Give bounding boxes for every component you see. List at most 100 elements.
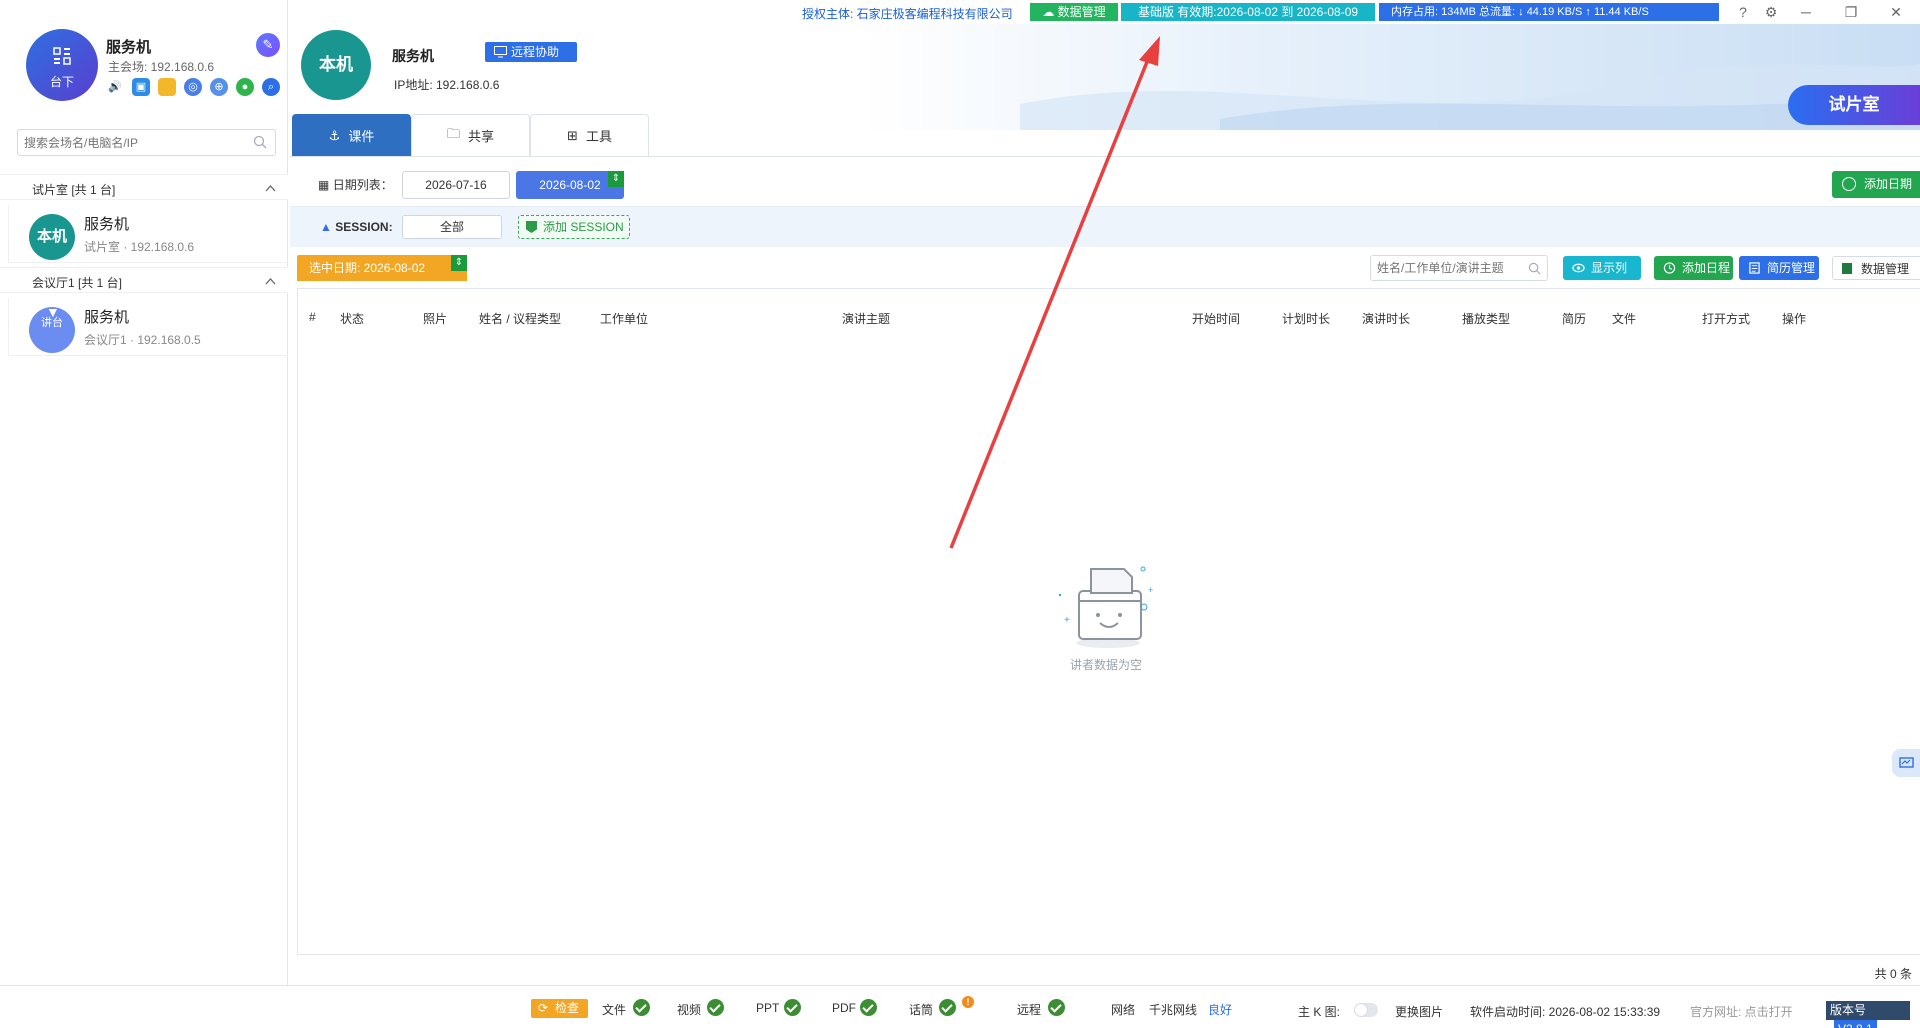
device-item[interactable]: 讲台 ▼ 服务机 会议厅1 · 192.168.0.5 <box>8 298 288 356</box>
chevron-up-icon[interactable] <box>265 276 276 287</box>
check-icon <box>939 999 956 1016</box>
date-list-text: 日期列表： <box>332 178 393 192</box>
sort-icon[interactable]: ⇕ <box>608 171 624 187</box>
host-profile: 台下 服务机 主会场: 192.168.0.6 ✎ 🔊 ▣ ◎ ⊕ ● ⌕ <box>0 0 288 120</box>
remote-assist-button[interactable]: 远程协助 <box>485 42 577 62</box>
session-all-button[interactable]: 全部 <box>402 215 502 239</box>
check-icon <box>860 999 877 1016</box>
tab-tools[interactable]: ⊞ 工具 <box>530 114 649 156</box>
floating-panel-icon[interactable] <box>1892 749 1920 777</box>
device-ip: 会议厅1 · 192.168.0.5 <box>84 333 201 347</box>
edit-icon[interactable]: ✎ <box>256 33 280 57</box>
folder-icon[interactable] <box>158 78 176 96</box>
column-header[interactable]: 照片 <box>423 310 447 327</box>
edition-info: 基础版 有效期:2026-08-02 到 2026-08-09 <box>1121 3 1375 21</box>
group-header-screening[interactable]: 试片室 [共 1 台] <box>0 174 288 200</box>
add-session-button[interactable]: 添加 SESSION <box>518 215 630 239</box>
change-image-button[interactable]: 更换图片 <box>1395 1003 1443 1020</box>
status-remote-label: 远程 <box>1017 1003 1042 1017</box>
version-number: V2.8.1 <box>1834 1020 1877 1028</box>
column-header[interactable]: 打开方式 <box>1702 310 1750 327</box>
main-k-label: 主 K 图: <box>1298 1005 1341 1019</box>
show-columns-label: 显示列 <box>1591 261 1628 275</box>
speaker-search-input[interactable] <box>1371 256 1521 280</box>
tab-courseware[interactable]: ⚓ 课件 <box>292 114 411 156</box>
group-title: 试片室 [共 1 台] <box>32 183 116 197</box>
device-search-input[interactable] <box>18 130 243 155</box>
restore-icon[interactable]: ❐ <box>1840 2 1862 22</box>
column-header[interactable]: 操作 <box>1782 310 1806 327</box>
wechat-icon[interactable]: ● <box>236 78 254 96</box>
add-date-button[interactable]: 添加日期 <box>1832 171 1920 198</box>
column-header[interactable]: 姓名 / 议程类型 <box>479 310 561 327</box>
host-avatar[interactable]: 台下 <box>26 29 98 101</box>
device-item[interactable]: 本机 服务机 试片室 · 192.168.0.6 <box>8 205 288 263</box>
column-header[interactable]: 文件 <box>1612 310 1636 327</box>
group-header-hall[interactable]: 会议厅1 [共 1 台] <box>0 267 288 293</box>
globe-icon[interactable]: ⊕ <box>210 78 228 96</box>
network-icon[interactable]: ◎ <box>184 78 202 96</box>
svg-text:+: + <box>1064 615 1070 626</box>
column-header[interactable]: 工作单位 <box>600 310 648 327</box>
speaker-icon[interactable]: 🔊 <box>106 78 124 96</box>
document-icon <box>1749 262 1760 274</box>
room-badge: 试片室 <box>1788 85 1920 125</box>
minimize-icon[interactable]: ─ <box>1795 2 1817 22</box>
courseware-icon: ⚓ <box>328 127 341 143</box>
sort-icon[interactable]: ⇕ <box>451 255 467 271</box>
chevron-up-icon[interactable] <box>265 183 276 194</box>
network-type: 千兆网线 <box>1149 1003 1198 1017</box>
device-header-name: 服务机 <box>392 48 434 64</box>
empty-state-text: 讲者数据为空 <box>1069 658 1142 672</box>
column-header[interactable]: 状态 <box>340 310 364 327</box>
search-icon[interactable] <box>1528 262 1541 275</box>
network-quality: 良好 <box>1208 1003 1233 1017</box>
column-header[interactable]: 简历 <box>1562 310 1586 327</box>
total-count: 共 0 条 <box>1874 967 1912 981</box>
column-header[interactable]: 播放类型 <box>1462 310 1510 327</box>
eye-icon <box>1572 263 1585 273</box>
tab-share[interactable]: 🗀 共享 <box>411 114 530 156</box>
calendar-icon: ▦ <box>318 178 330 192</box>
column-header[interactable]: # <box>309 310 316 324</box>
column-header[interactable]: 演讲主题 <box>842 310 890 327</box>
sidebar: 台下 服务机 主会场: 192.168.0.6 ✎ 🔊 ▣ ◎ ⊕ ● ⌕ 试片… <box>0 0 288 985</box>
remote-assist-label: 远程协助 <box>511 45 560 59</box>
warning-icon[interactable]: ! <box>962 996 974 1008</box>
help-icon[interactable]: ? <box>1732 2 1754 22</box>
device-avatar-large: 本机 <box>301 30 371 100</box>
close-icon[interactable]: ✕ <box>1885 2 1907 22</box>
device-search[interactable] <box>17 129 276 156</box>
podium-icon: ▼ <box>46 304 60 320</box>
date-chip[interactable]: 2026-07-16 <box>402 171 510 199</box>
search-circle-icon[interactable]: ⌕ <box>262 78 280 96</box>
settings-icon[interactable]: ⚙ <box>1760 2 1782 22</box>
data-mgmt-top-button[interactable]: ☁ 数据管理 <box>1030 3 1118 21</box>
svg-text:+: + <box>1148 585 1153 595</box>
session-label: ▲ SESSION: <box>320 220 393 234</box>
speaker-search[interactable] <box>1370 255 1548 281</box>
group-title: 会议厅1 [共 1 台] <box>32 276 123 290</box>
resume-mgmt-button[interactable]: 简历管理 <box>1739 256 1819 280</box>
session-label-text: SESSION: <box>335 220 393 234</box>
add-schedule-button[interactable]: 添加日程 <box>1654 256 1733 280</box>
apps-icon: ⊞ <box>567 127 578 143</box>
show-columns-button[interactable]: 显示列 <box>1563 256 1641 280</box>
column-header[interactable]: 演讲时长 <box>1362 310 1410 327</box>
date-list-label: ▦ 日期列表： <box>318 176 393 193</box>
data-mgmt-button[interactable]: 数据管理 <box>1832 256 1920 280</box>
tab-label: 工具 <box>585 129 612 144</box>
column-header[interactable]: 开始时间 <box>1192 310 1240 327</box>
monitor-icon <box>1899 757 1914 768</box>
official-site-link[interactable]: 官方网址: 点击打开 <box>1690 1003 1793 1020</box>
session-icon: ▲ <box>320 220 332 234</box>
version-box: 版本号 V2.8.1 <box>1826 1001 1910 1028</box>
display-icon[interactable]: ▣ <box>132 78 150 96</box>
main-k-toggle[interactable] <box>1354 1003 1378 1017</box>
empty-box-illustration: + + <box>1058 566 1153 648</box>
search-icon[interactable] <box>253 135 267 149</box>
column-header[interactable]: 计划时长 <box>1282 310 1330 327</box>
date-chip-selected[interactable]: 2026-08-02 ⇕ <box>516 171 624 199</box>
device-header-ip: IP地址: 192.168.0.6 <box>394 78 500 92</box>
check-button[interactable]: ⟳ 检查 <box>531 999 588 1018</box>
